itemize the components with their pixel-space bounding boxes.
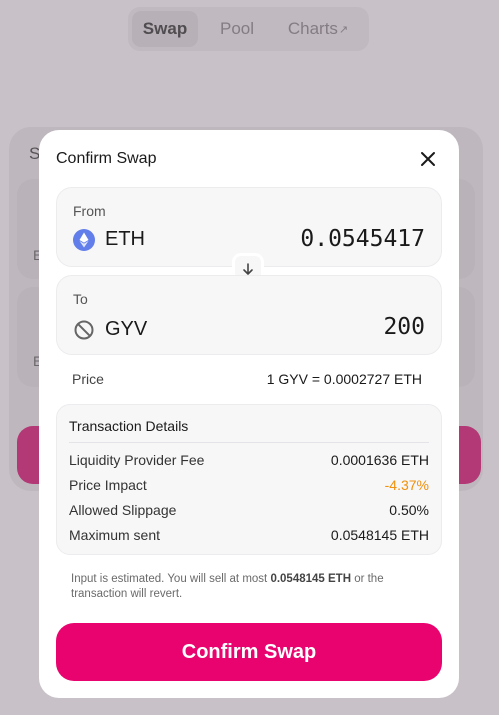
- note-prefix: Input is estimated. You will sell at mos…: [71, 573, 271, 585]
- detail-value: 0.0001636 ETH: [330, 452, 429, 468]
- detail-label: Liquidity Provider Fee: [69, 452, 205, 468]
- detail-value: 0.50%: [389, 502, 429, 518]
- ethereum-icon: [73, 229, 95, 251]
- note-amount: 0.0548145 ETH: [270, 573, 351, 585]
- detail-row-lp-fee: Liquidity Provider Fee 0.0001636 ETH: [69, 452, 429, 470]
- transaction-details: Transaction Details Liquidity Provider F…: [56, 404, 442, 555]
- arrow-down-icon: [243, 263, 253, 275]
- details-divider: [69, 442, 429, 443]
- to-token-card: To GYV 200: [56, 275, 442, 355]
- unknown-token-icon: [73, 319, 95, 341]
- to-token-symbol: GYV: [105, 318, 148, 340]
- close-button[interactable]: [417, 148, 439, 170]
- to-amount: 200: [383, 314, 425, 340]
- detail-row-price-impact: Price Impact -4.37%: [69, 477, 429, 495]
- detail-row-slippage: Allowed Slippage 0.50%: [69, 502, 429, 520]
- price-label: Price: [72, 371, 104, 387]
- price-value: 1 GYV = 0.0002727 ETH: [266, 371, 422, 387]
- detail-label: Allowed Slippage: [69, 502, 177, 518]
- from-amount: 0.0545417: [300, 226, 425, 252]
- detail-value: -4.37%: [384, 477, 429, 493]
- detail-label: Price Impact: [69, 477, 147, 493]
- from-token-symbol: ETH: [105, 228, 145, 250]
- from-label: From: [73, 203, 106, 219]
- detail-label: Maximum sent: [69, 527, 161, 543]
- estimate-note: Input is estimated. You will sell at mos…: [71, 572, 426, 602]
- close-icon: [421, 152, 435, 166]
- detail-row-maximum-sent: Maximum sent 0.0548145 ETH: [69, 527, 429, 545]
- confirm-swap-modal: Confirm Swap From ETH 0.0545417 To GYV 2…: [39, 130, 459, 698]
- confirm-swap-button[interactable]: Confirm Swap: [56, 623, 442, 681]
- details-title: Transaction Details: [69, 418, 189, 434]
- to-label: To: [73, 291, 88, 307]
- modal-title: Confirm Swap: [56, 150, 157, 167]
- detail-value: 0.0548145 ETH: [330, 527, 429, 543]
